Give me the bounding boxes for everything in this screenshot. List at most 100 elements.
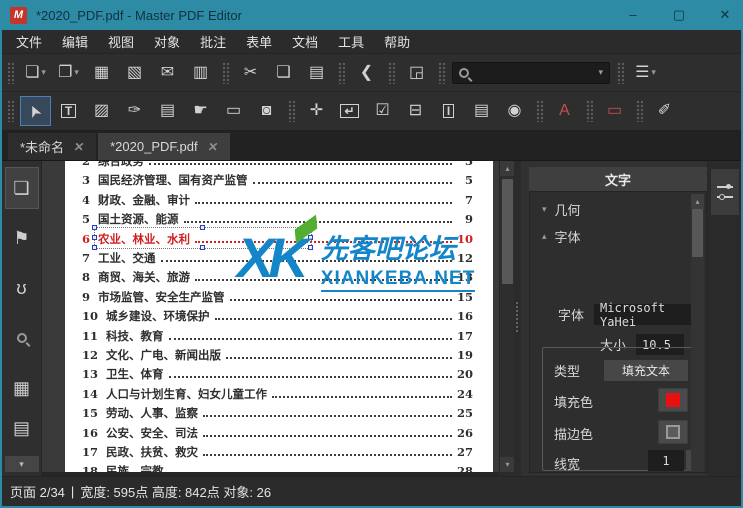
tab-0[interactable]: *未命名✕ [8, 133, 96, 160]
menu-item-1[interactable]: 编辑 [52, 29, 98, 54]
menu-item-0[interactable]: 文件 [6, 29, 52, 54]
menu-item-6[interactable]: 文档 [282, 29, 328, 54]
edit-form-tool[interactable]: ▤ [152, 96, 183, 126]
document-viewport[interactable]: 2综合政务33国民经济管理、国有资产监管54财政、金融、审计75国土资源、能源9… [42, 161, 499, 472]
print[interactable]: ▥ [185, 58, 216, 88]
tab-close-icon[interactable]: ✕ [206, 140, 219, 154]
panel-splitter[interactable] [514, 161, 521, 476]
text-annotation-tool[interactable]: A [549, 96, 580, 126]
eraser-tool[interactable]: ✐ [649, 96, 680, 126]
menu-item-5[interactable]: 表单 [236, 29, 282, 54]
select-object-tool[interactable]: ➤ [20, 96, 51, 126]
link-tool[interactable]: ✛ [301, 96, 332, 126]
menu-item-8[interactable]: 帮助 [374, 29, 420, 54]
fill-color-button[interactable] [658, 388, 688, 412]
snapshot-tool[interactable]: ◙ [251, 96, 282, 126]
toc-entry-title[interactable]: 市场监管、安全生产监管 [98, 289, 225, 305]
menu-item-7[interactable]: 工具 [328, 29, 374, 54]
attachments-panel[interactable]: ʊ [5, 267, 39, 309]
toc-entry-page: 7 [457, 193, 473, 207]
font-name-input[interactable]: Microsoft YaHei [594, 304, 698, 325]
tab-close-icon[interactable]: ✕ [73, 140, 86, 154]
search-panel[interactable] [5, 317, 39, 359]
bookmarks-panel[interactable]: ⚑ [5, 217, 39, 259]
copy[interactable]: ❑ [268, 58, 299, 88]
tab-1[interactable]: *2020_PDF.pdf✕ [98, 133, 230, 160]
fit-transform[interactable]: ◲ [401, 58, 432, 88]
edit-image-tool[interactable]: ▨ [86, 96, 117, 126]
toc-entry-title[interactable]: 综合政务 [98, 161, 144, 169]
save-as[interactable]: ▧ [119, 58, 150, 88]
new-document-dropdown-arrow-icon[interactable]: ▾ [41, 67, 46, 78]
back[interactable]: ❮ [351, 58, 382, 88]
properties-tab[interactable] [711, 169, 739, 215]
selection-handle[interactable] [92, 235, 97, 240]
paste[interactable]: ▤ [301, 58, 332, 88]
cut[interactable]: ✂ [235, 58, 266, 88]
section-geometry[interactable]: ▾ 几何 [530, 192, 706, 219]
document-scrollbar[interactable]: ▴ ▾ [499, 161, 514, 472]
scrollbar-thumb[interactable] [502, 179, 513, 284]
selection-handle[interactable] [200, 245, 205, 250]
save[interactable]: ▦ [86, 58, 117, 88]
edit-text-tool[interactable]: T [53, 96, 84, 126]
menu-item-4[interactable]: 批注 [190, 29, 236, 54]
selection-handle[interactable] [92, 225, 97, 230]
push-button-tool[interactable]: ↵ [334, 96, 365, 126]
text-type-dropdown[interactable]: 填充文本 [604, 360, 688, 381]
toc-entry-title[interactable]: 公安、安全、司法 [106, 425, 198, 441]
search-input[interactable] [469, 66, 598, 80]
toolbar-overflow-menu-dropdown-arrow-icon[interactable]: ▾ [651, 67, 656, 78]
hand-tool[interactable]: ☛ [185, 96, 216, 126]
toc-entry-title[interactable]: 城乡建设、环境保护 [106, 308, 210, 324]
listbox-tool[interactable]: ▤ [466, 96, 497, 126]
toc-entry-title[interactable]: 工业、交通 [98, 250, 156, 266]
toc-entry-title[interactable]: 商贸、海关、旅游 [98, 269, 190, 285]
scroll-up-icon[interactable]: ▴ [500, 161, 515, 176]
select-area-tool[interactable]: ▭ [218, 96, 249, 126]
panel-scroll-up-icon[interactable]: ▴ [691, 194, 704, 209]
selection-handle[interactable] [92, 245, 97, 250]
scroll-down-icon[interactable]: ▾ [500, 457, 515, 472]
menu-item-3[interactable]: 对象 [144, 29, 190, 54]
toc-entry-title[interactable]: 科技、教育 [106, 328, 164, 344]
pages-panel[interactable]: ❏ [5, 167, 39, 209]
sidebar-scroll-down-button[interactable]: ▾ [5, 456, 39, 472]
toc-entry-title[interactable]: 国土资源、能源 [98, 211, 179, 227]
line-width-input[interactable]: 1 [648, 450, 684, 471]
toc-entry-title[interactable]: 卫生、体育 [106, 366, 164, 382]
toc-entry-title[interactable]: 文化、广电、新闻出版 [106, 347, 221, 363]
email[interactable]: ✉ [152, 58, 183, 88]
search-dropdown-arrow-icon[interactable]: ▾ [598, 67, 603, 78]
toc-entry-title[interactable]: 国民经济管理、国有资产监管 [98, 172, 248, 188]
toc-entry-title[interactable]: 财政、金融、审计 [98, 192, 190, 208]
selection-handle[interactable] [200, 225, 205, 230]
stroke-color-button[interactable] [658, 420, 688, 444]
menu-item-2[interactable]: 视图 [98, 29, 144, 54]
pdf-page[interactable]: 2综合政务33国民经济管理、国有资产监管54财政、金融、审计75国土资源、能源9… [65, 161, 493, 472]
close-button[interactable]: ✕ [717, 7, 733, 23]
open-file-dropdown-arrow-icon[interactable]: ▾ [74, 67, 79, 78]
annotations-panel[interactable]: ▤ [5, 417, 39, 443]
section-font[interactable]: ▴ 字体 [530, 219, 706, 246]
form-fields-panel[interactable]: ▦ [5, 367, 39, 409]
minimize-button[interactable]: – [625, 7, 641, 23]
rectangle-annotation-tool[interactable]: ▭ [599, 96, 630, 126]
combobox-tool[interactable]: ⊟ [400, 96, 431, 126]
splitter-grip[interactable] [515, 301, 519, 333]
open-file[interactable]: ❐▾ [53, 58, 84, 88]
toolbar-overflow-menu[interactable]: ☰▾ [630, 58, 661, 88]
toc-entry-title[interactable]: 人口与计划生育、妇女儿童工作 [106, 386, 267, 402]
panel-scrollbar[interactable]: ▴ [691, 194, 704, 472]
checkbox-tool[interactable]: ☑ [367, 96, 398, 126]
radio-button-tool[interactable]: ◉ [499, 96, 530, 126]
search-box[interactable]: ▾ [452, 62, 610, 84]
panel-scrollbar-thumb[interactable] [692, 209, 703, 257]
edit-path-tool[interactable]: ✑ [119, 96, 150, 126]
new-document[interactable]: ❏▾ [20, 58, 51, 88]
toc-entry-title[interactable]: 民族、宗教 [106, 463, 164, 472]
maximize-button[interactable]: ▢ [671, 7, 687, 23]
text-field-tool[interactable]: I [433, 96, 464, 126]
toc-entry-title[interactable]: 民政、扶贫、救灾 [106, 444, 198, 460]
toc-entry-title[interactable]: 劳动、人事、监察 [106, 405, 198, 421]
